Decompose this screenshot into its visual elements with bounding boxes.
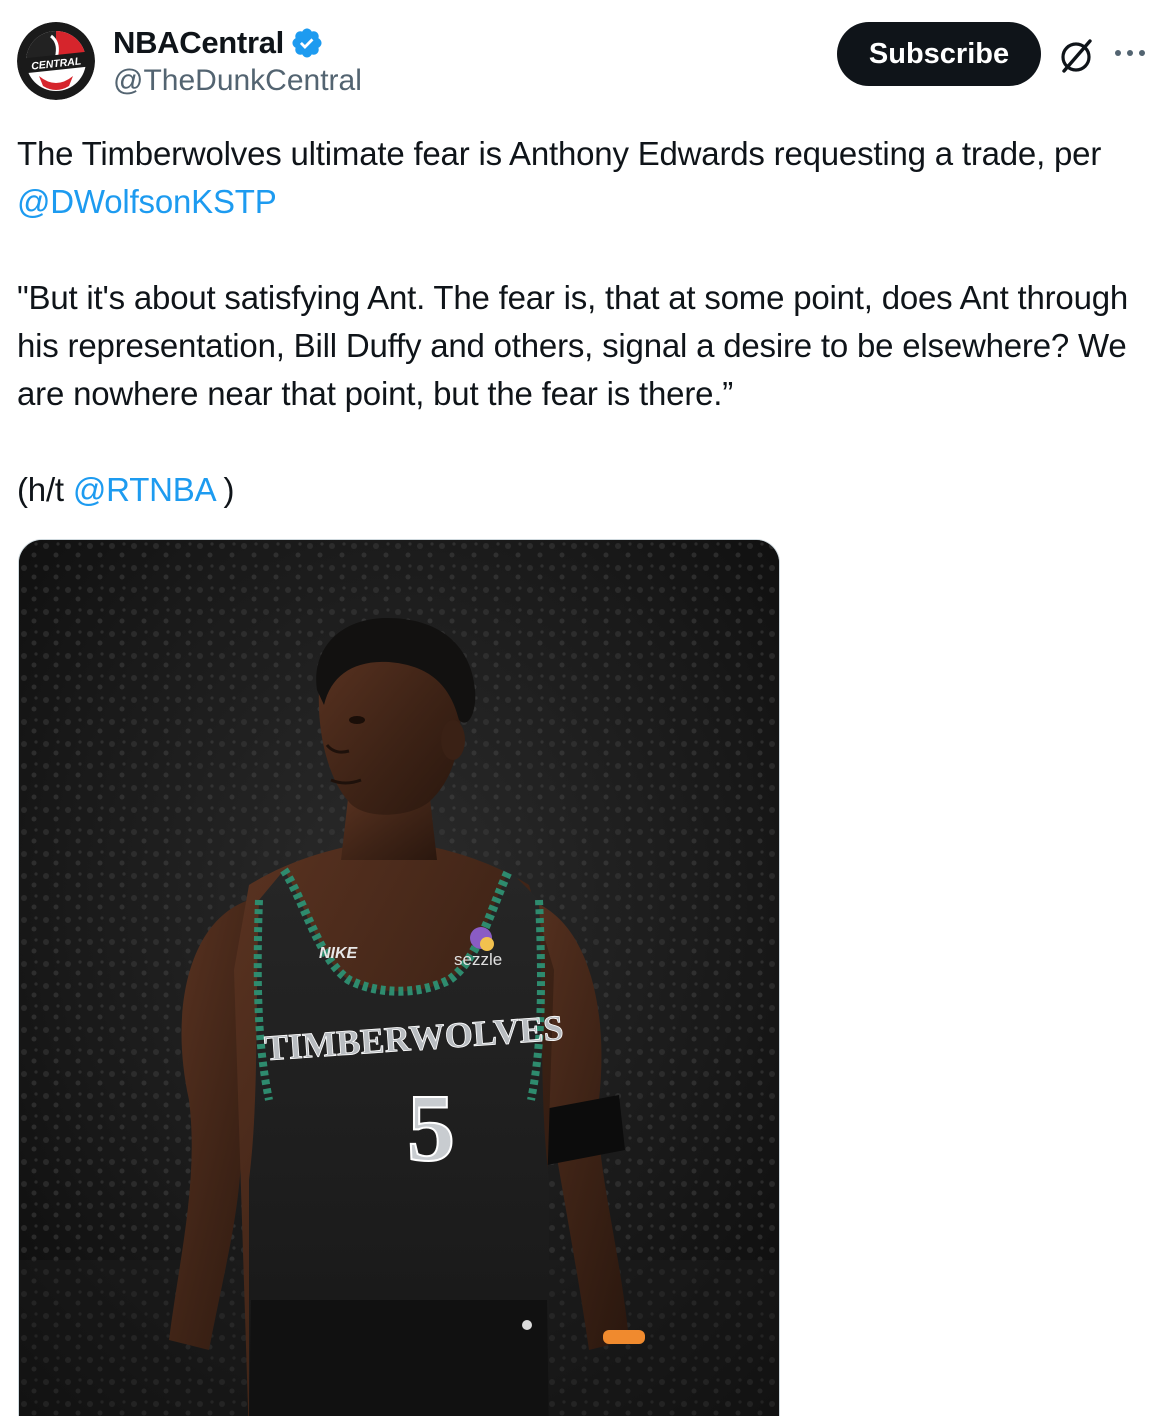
- hat-tip-suffix: ): [214, 471, 235, 508]
- tweet-card: CENTRAL NBACentral @TheDunkCentral Subsc…: [0, 0, 1164, 1416]
- name-row: NBACentral: [113, 24, 362, 62]
- jersey-sponsor-text: sezzle: [454, 950, 502, 969]
- tweet-headline: The Timberwolves ultimate fear is Anthon…: [17, 130, 1147, 226]
- author-info: NBACentral @TheDunkCentral: [113, 24, 362, 98]
- media-photo[interactable]: NIKE sezzle TIMBERWOLVES 5: [18, 539, 780, 1416]
- jersey-number-text: 5: [407, 1074, 455, 1181]
- subscribe-button[interactable]: Subscribe: [837, 22, 1041, 86]
- headline-text: The Timberwolves ultimate fear is Anthon…: [17, 135, 1102, 172]
- hat-tip-prefix: (h/t: [17, 471, 73, 508]
- tweet-text: The Timberwolves ultimate fear is Anthon…: [17, 130, 1147, 514]
- avatar[interactable]: CENTRAL: [17, 22, 95, 100]
- tweet-quote: "But it's about satisfying Ant. The fear…: [17, 279, 1129, 412]
- grok-icon[interactable]: [1056, 36, 1096, 76]
- hat-tip: (h/t @RTNBA ): [17, 466, 1147, 514]
- verified-badge-icon: [290, 26, 324, 60]
- display-name[interactable]: NBACentral: [113, 25, 284, 61]
- handle[interactable]: @TheDunkCentral: [113, 64, 362, 98]
- more-options-icon[interactable]: [1112, 38, 1148, 68]
- jersey-brand-text: NIKE: [319, 945, 359, 962]
- mention-dwolfsonkstp[interactable]: @DWolfsonKSTP: [17, 183, 277, 220]
- mention-rtnba[interactable]: @RTNBA: [73, 471, 215, 508]
